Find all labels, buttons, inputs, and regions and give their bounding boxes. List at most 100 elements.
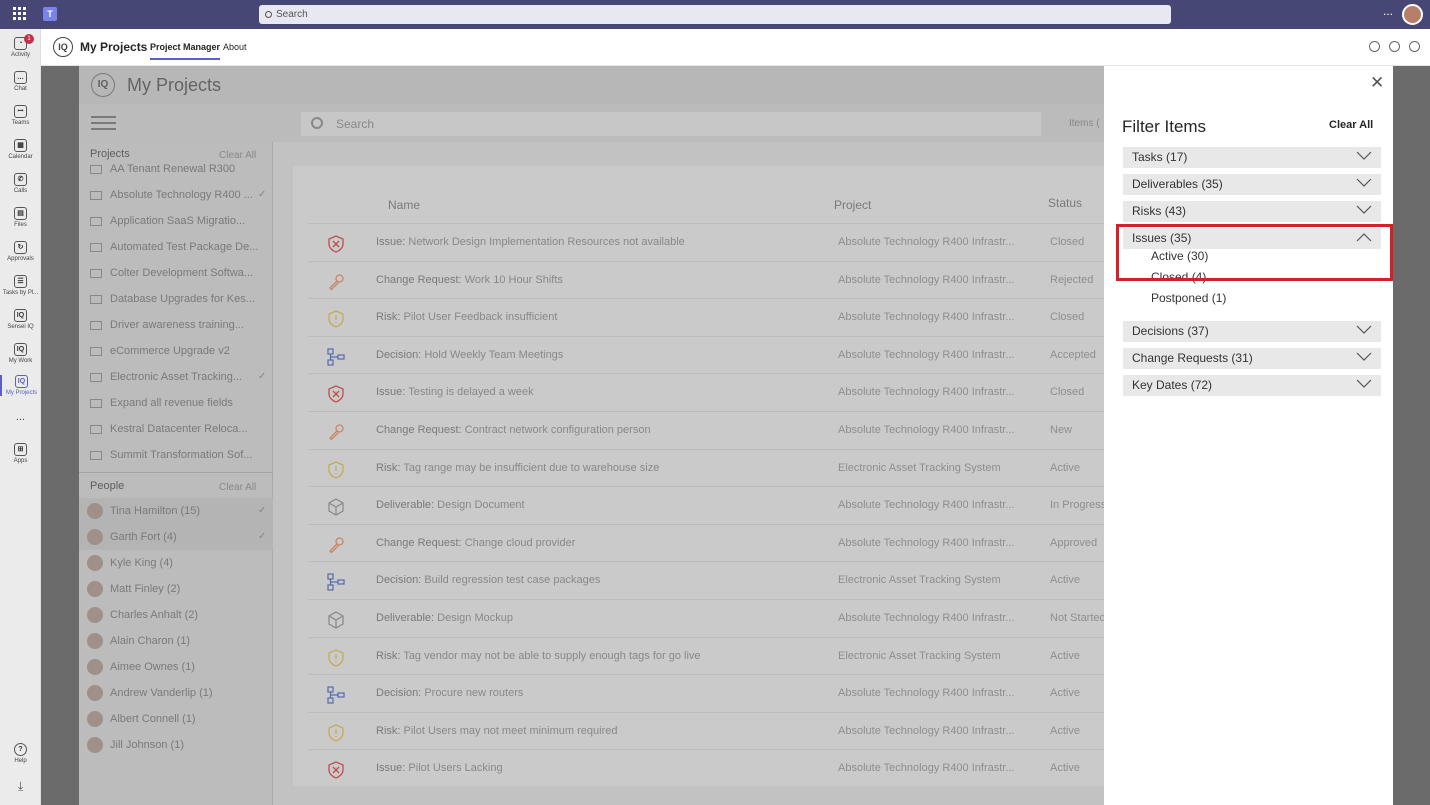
project-item[interactable]: Automated Test Package De... bbox=[79, 234, 273, 260]
table-row[interactable]: Deliverable: Design Mockup Absolute Techn… bbox=[309, 599, 1104, 637]
person-item[interactable]: Kyle King (4) bbox=[79, 550, 273, 576]
person-item[interactable]: Matt Finley (2) bbox=[79, 576, 273, 602]
project-item[interactable]: eCommerce Upgrade v2 bbox=[79, 338, 273, 364]
rail-item-my-work[interactable]: IQ My Work bbox=[0, 343, 41, 364]
rail-item-tasks[interactable]: ☰ Tasks by Pl... bbox=[0, 275, 41, 296]
table-row[interactable]: Decision: Build regression test case pac… bbox=[309, 561, 1104, 599]
person-item[interactable]: Tina Hamilton (15) ✓ bbox=[79, 498, 273, 524]
risk-icon bbox=[327, 648, 345, 667]
project-icon bbox=[90, 217, 102, 226]
person-item[interactable]: Garth Fort (4) ✓ bbox=[79, 524, 273, 550]
table-row[interactable]: Risk: Pilot Users may not meet minimum r… bbox=[309, 711, 1104, 750]
item-status: Active bbox=[1050, 574, 1080, 587]
people-clear-all-button[interactable]: Clear All bbox=[219, 482, 256, 493]
tab-about[interactable]: About bbox=[223, 42, 247, 52]
rail-item-help[interactable]: ? Help bbox=[0, 743, 41, 764]
table-row[interactable]: Issue: Testing is delayed a week Absolute… bbox=[309, 373, 1104, 411]
deliverable-icon bbox=[327, 611, 345, 629]
person-item[interactable]: Jill Johnson (1) bbox=[79, 732, 273, 758]
rail-item-calls[interactable]: ✆ Calls bbox=[0, 173, 41, 194]
table-row[interactable]: Risk: Tag vendor may not be able to supp… bbox=[309, 636, 1104, 675]
project-item[interactable]: AA Tenant Renewal R300 bbox=[79, 156, 273, 182]
filter-clear-all-button[interactable]: Clear All bbox=[1329, 119, 1373, 131]
checkmark-icon: ✓ bbox=[258, 189, 267, 200]
person-item[interactable]: Albert Connell (1) bbox=[79, 706, 273, 732]
item-status: Active bbox=[1050, 724, 1080, 737]
filter-group-change-requests[interactable]: Change Requests (31) bbox=[1123, 348, 1381, 369]
rail-item-apps[interactable]: ⊞ Apps bbox=[0, 443, 41, 464]
person-item[interactable]: Charles Anhalt (2) bbox=[79, 602, 273, 628]
filter-group-risks[interactable]: Risks (43) bbox=[1123, 201, 1381, 222]
rail-item-teams[interactable]: ꟷ Teams bbox=[0, 105, 41, 126]
project-item[interactable]: Kestral Datacenter Reloca... bbox=[79, 416, 273, 442]
person-item[interactable]: Aimee Ownes (1) bbox=[79, 654, 273, 680]
rail-item-calendar[interactable]: ▦ Calendar bbox=[0, 139, 41, 160]
table-row[interactable]: Change Request: Change cloud provider Abs… bbox=[309, 523, 1104, 562]
shield-icon[interactable] bbox=[1389, 41, 1400, 52]
table-row[interactable]: Deliverable: Design Document Absolute Tec… bbox=[309, 486, 1104, 524]
project-item[interactable]: Driver awareness training... bbox=[79, 312, 273, 338]
app-launcher-icon[interactable] bbox=[13, 7, 27, 21]
item-name: Deliverable: Design Mockup bbox=[376, 612, 513, 624]
table-row[interactable]: Risk: Tag range may be insufficient due … bbox=[309, 448, 1104, 487]
filter-group-key-dates[interactable]: Key Dates (72) bbox=[1123, 375, 1381, 396]
item-status: Closed bbox=[1050, 236, 1085, 248]
table-row[interactable]: Change Request: Contract network configu… bbox=[309, 411, 1104, 449]
iq-logo: IQ bbox=[91, 73, 115, 97]
project-item[interactable]: Database Upgrades for Kes... bbox=[79, 286, 273, 312]
hamburger-menu-icon[interactable] bbox=[91, 116, 116, 130]
rail-item-more[interactable]: ... bbox=[0, 411, 41, 423]
column-header-status[interactable]: Status bbox=[1048, 196, 1082, 210]
globe-icon[interactable] bbox=[1409, 41, 1420, 52]
table-row[interactable]: Change Request: Work 10 Hour Shifts Absol… bbox=[309, 260, 1104, 299]
refresh-icon[interactable] bbox=[1369, 41, 1380, 52]
rail-item-chat[interactable]: … Chat bbox=[0, 71, 41, 92]
table-row[interactable]: Decision: Hold Weekly Team Meetings Absol… bbox=[309, 335, 1104, 374]
change-icon bbox=[327, 273, 345, 291]
person-item[interactable]: Andrew Vanderlip (1) bbox=[79, 680, 273, 706]
close-icon[interactable]: ✕ bbox=[1370, 73, 1384, 93]
item-project: Absolute Technology R400 Infrastr... bbox=[838, 311, 1015, 324]
rail-item-approvals[interactable]: ↻ Approvals bbox=[0, 241, 41, 262]
column-header-project[interactable]: Project bbox=[834, 198, 871, 212]
chevron-down-icon bbox=[1356, 205, 1372, 214]
filter-group-deliverables[interactable]: Deliverables (35) bbox=[1123, 174, 1381, 195]
item-project: Absolute Technology R400 Infrastr... bbox=[838, 273, 1015, 286]
search-input[interactable]: Search bbox=[301, 112, 1041, 136]
item-name: Decision: Build regression test case pac… bbox=[376, 574, 601, 587]
project-item[interactable]: Absolute Technology R400 ... ✓ bbox=[79, 182, 273, 208]
project-item[interactable]: Expand all revenue fields bbox=[79, 390, 273, 416]
global-search-input[interactable]: Search bbox=[259, 5, 1171, 24]
item-name: Change Request: Work 10 Hour Shifts bbox=[376, 273, 563, 286]
items-count-label: Items ( bbox=[1069, 118, 1100, 129]
table-row[interactable]: Decision: Procure new routers Absolute Te… bbox=[309, 674, 1104, 712]
item-project: Absolute Technology R400 Infrastr... bbox=[838, 424, 1015, 436]
item-name: Change Request: Change cloud provider bbox=[376, 536, 576, 549]
project-item[interactable]: Application SaaS Migratio... bbox=[79, 208, 273, 234]
filter-group-decisions[interactable]: Decisions (37) bbox=[1123, 321, 1381, 342]
project-item[interactable]: Colter Development Softwa... bbox=[79, 260, 273, 286]
person-item[interactable]: Alain Charon (1) bbox=[79, 628, 273, 654]
column-header-name[interactable]: Name bbox=[388, 198, 420, 212]
project-icon bbox=[90, 347, 102, 356]
table-row[interactable]: Risk: Pilot User Feedback insufficient Ab… bbox=[309, 298, 1104, 336]
table-row[interactable]: Issue: Network Design Implementation Res… bbox=[309, 223, 1104, 261]
rail-item-my-projects[interactable]: IQ My Projects bbox=[0, 375, 41, 396]
project-item[interactable]: Electronic Asset Tracking... ✓ bbox=[79, 364, 273, 390]
user-avatar[interactable] bbox=[1402, 4, 1423, 25]
more-options-icon[interactable]: ... bbox=[1383, 4, 1393, 18]
chat-icon: … bbox=[14, 71, 27, 84]
item-project: Absolute Technology R400 Infrastr... bbox=[838, 236, 1015, 248]
filter-option[interactable]: Postponed (1) bbox=[1151, 291, 1226, 305]
filter-group-tasks[interactable]: Tasks (17) bbox=[1123, 147, 1381, 168]
rail-item-files[interactable]: ▤ Files bbox=[0, 207, 41, 228]
rail-item-sensei-iq[interactable]: IQ Sensei IQ bbox=[0, 309, 41, 330]
rail-item-activity[interactable]: ◔ 1 Activity bbox=[0, 34, 41, 58]
item-status: Not Started bbox=[1050, 612, 1104, 624]
project-item[interactable]: Summit Transformation Sof... bbox=[79, 442, 273, 468]
table-row[interactable]: Issue: Pilot Users Lacking Absolute Techn… bbox=[309, 749, 1104, 787]
avatar bbox=[87, 659, 103, 675]
teams-logo-icon: T bbox=[43, 7, 57, 21]
tab-project-manager[interactable]: Project Manager bbox=[150, 42, 221, 60]
download-icon[interactable]: ⤓ bbox=[0, 779, 41, 794]
